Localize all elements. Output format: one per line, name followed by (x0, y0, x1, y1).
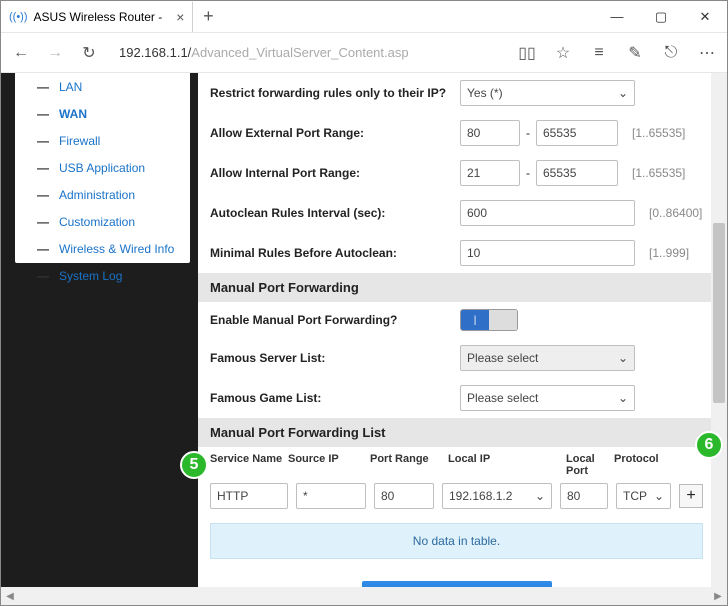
sidebar-item-usb[interactable]: —USB Application (15, 154, 190, 181)
enable-mpf-toggle[interactable]: | (460, 309, 518, 331)
autoclean-input[interactable] (460, 200, 635, 226)
tab-title: ASUS Wireless Router - (34, 10, 163, 24)
address-bar[interactable]: 192.168.1.1/Advanced_VirtualServer_Conte… (111, 45, 505, 60)
col-protocol: Protocol (614, 453, 674, 477)
sidebar-item-syslog[interactable]: —System Log (15, 262, 190, 289)
sidebar-item-label: Wireless & Wired Info (59, 242, 174, 256)
sidebar-item-custom[interactable]: —Customization (15, 208, 190, 235)
local-ip-select[interactable]: 192.168.1.2⌄ (442, 483, 552, 509)
chevron-down-icon: ⌄ (618, 351, 628, 365)
chevron-down-icon: ⌄ (654, 489, 664, 503)
forward-button: → (43, 41, 67, 65)
close-tab-icon[interactable]: × (176, 9, 184, 25)
minrules-label: Minimal Rules Before Autoclean: (210, 246, 460, 260)
mpf-header: Manual Port Forwarding (198, 273, 715, 302)
sidebar-item-label: Firewall (59, 134, 100, 148)
sidebar-item-lan[interactable]: —LAN (15, 73, 190, 100)
scroll-thumb[interactable] (713, 223, 725, 403)
famous-server-select[interactable]: Please select⌄ (460, 345, 635, 371)
browser-toolbar: ← → ↻ 192.168.1.1/Advanced_VirtualServer… (1, 33, 727, 73)
share-icon[interactable]: ⎋ (659, 41, 683, 65)
sidebar: —LAN —WAN —Firewall —USB Application —Ad… (15, 73, 190, 263)
autoclean-label: Autoclean Rules Interval (sec): (210, 206, 460, 220)
sidebar-item-label: Customization (59, 215, 135, 229)
sidebar-item-label: System Log (59, 269, 122, 283)
sidebar-item-admin[interactable]: —Administration (15, 181, 190, 208)
ext-to-input[interactable] (536, 120, 618, 146)
famous-game-label: Famous Game List: (210, 391, 460, 405)
add-rule-button[interactable]: + (679, 484, 703, 508)
url-host: 192.168.1.1/ (119, 45, 191, 60)
sidebar-item-wireless[interactable]: —Wireless & Wired Info (15, 235, 190, 262)
minrules-input[interactable] (460, 240, 635, 266)
horizontal-scrollbar[interactable]: ◀ ▶ (1, 587, 727, 605)
chevron-down-icon: ⌄ (535, 489, 545, 503)
back-button[interactable]: ← (9, 41, 33, 65)
protocol-select[interactable]: TCP⌄ (616, 483, 671, 509)
more-icon[interactable]: ⋯ (695, 41, 719, 65)
close-window-button[interactable]: ✕ (683, 2, 727, 32)
col-service: Service Name (210, 453, 288, 477)
restrict-select[interactable]: Yes (*)⌄ (460, 80, 635, 106)
wifi-icon: ((•)) (9, 11, 28, 23)
famous-server-label: Famous Server List: (210, 351, 460, 365)
empty-table-msg: No data in table. (210, 523, 703, 559)
sidebar-item-label: LAN (59, 80, 82, 94)
scroll-right-icon[interactable]: ▶ (709, 587, 727, 605)
ext-from-input[interactable] (460, 120, 520, 146)
famous-game-select[interactable]: Please select⌄ (460, 385, 635, 411)
table-header: Service Name Source IP Port Range Local … (198, 447, 715, 479)
badge-5: 5 (180, 451, 208, 479)
allow-int-label: Allow Internal Port Range: (210, 166, 460, 180)
port-range-input[interactable] (374, 483, 434, 509)
title-bar: ((•)) ASUS Wireless Router - × + — ▢ ✕ (1, 1, 727, 33)
sidebar-item-label: WAN (59, 107, 87, 121)
restrict-label: Restrict forwarding rules only to their … (210, 86, 460, 100)
col-source: Source IP (288, 453, 370, 477)
sidebar-item-label: Administration (59, 188, 135, 202)
int-hint: [1..65535] (632, 166, 685, 180)
service-name-input[interactable] (210, 483, 288, 509)
enable-mpf-label: Enable Manual Port Forwarding? (210, 313, 460, 327)
favorite-icon[interactable]: ☆ (551, 41, 575, 65)
scroll-left-icon[interactable]: ◀ (1, 587, 19, 605)
refresh-button[interactable]: ↻ (77, 41, 101, 65)
int-to-input[interactable] (536, 160, 618, 186)
col-localport: Local Port (566, 453, 614, 477)
webnote-icon[interactable]: ✎ (623, 41, 647, 65)
sidebar-item-wan[interactable]: —WAN (15, 100, 190, 127)
sidebar-item-label: USB Application (59, 161, 145, 175)
chevron-down-icon: ⌄ (618, 86, 628, 100)
minrules-hint: [1..999] (649, 246, 689, 260)
source-ip-input[interactable] (296, 483, 366, 509)
col-portrange: Port Range (370, 453, 448, 477)
hub-icon[interactable]: ≡ (587, 41, 611, 65)
browser-tab[interactable]: ((•)) ASUS Wireless Router - × (1, 2, 193, 32)
main-content: Restrict forwarding rules only to their … (198, 73, 715, 589)
autoclean-hint: [0..86400] (649, 206, 702, 220)
ext-hint: [1..65535] (632, 126, 685, 140)
badge-6: 6 (695, 431, 723, 459)
page-viewport: —LAN —WAN —Firewall —USB Application —Ad… (1, 73, 727, 589)
reading-view-icon[interactable]: ▯▯ (515, 41, 539, 65)
sidebar-item-firewall[interactable]: —Firewall (15, 127, 190, 154)
new-tab-button[interactable]: + (193, 2, 223, 32)
maximize-button[interactable]: ▢ (639, 2, 683, 32)
table-row: 192.168.1.2⌄ TCP⌄ + (198, 479, 715, 517)
url-path: Advanced_VirtualServer_Content.asp (191, 45, 408, 60)
local-port-input[interactable] (560, 483, 608, 509)
col-localip: Local IP (448, 453, 566, 477)
minimize-button[interactable]: — (595, 2, 639, 32)
mpfl-header: Manual Port Forwarding List (198, 418, 715, 447)
allow-ext-label: Allow External Port Range: (210, 126, 460, 140)
vertical-scrollbar[interactable] (711, 73, 727, 589)
chevron-down-icon: ⌄ (618, 391, 628, 405)
int-from-input[interactable] (460, 160, 520, 186)
